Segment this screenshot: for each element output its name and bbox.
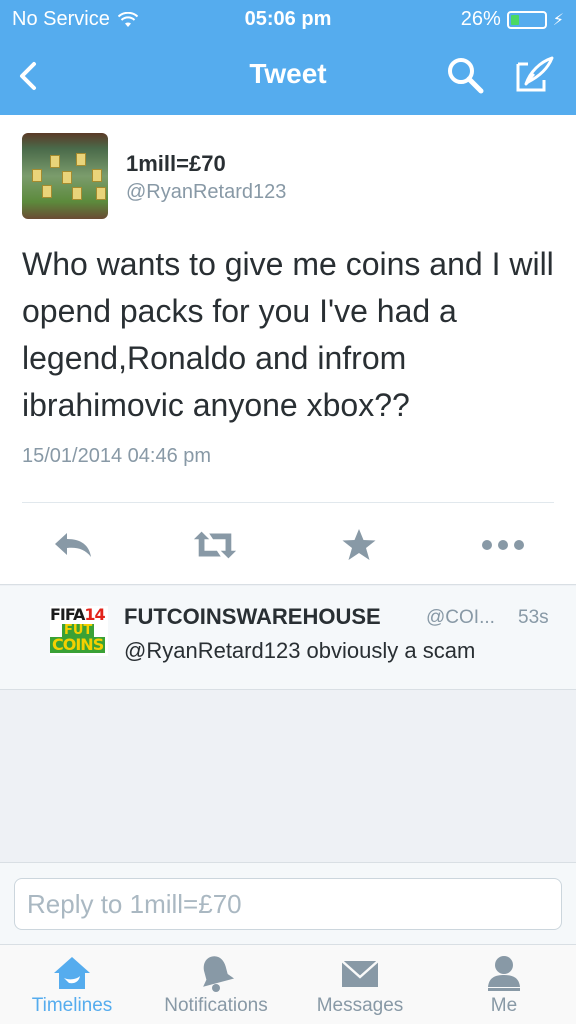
more-icon bbox=[482, 540, 524, 550]
favorite-button[interactable] bbox=[336, 528, 382, 562]
reply-icon bbox=[55, 533, 91, 557]
compose-bar bbox=[0, 862, 576, 944]
avatar[interactable] bbox=[22, 133, 108, 219]
tab-label: Me bbox=[490, 995, 518, 1016]
tweet-detail: 1mill=£70 @RyanRetard123 Who wants to gi… bbox=[0, 115, 576, 585]
reply-avatar-line1: FIFA14 bbox=[50, 605, 106, 624]
author-handle[interactable]: @RyanRetard123 bbox=[126, 181, 286, 204]
retweet-button[interactable] bbox=[192, 528, 238, 562]
tab-me[interactable]: Me bbox=[432, 945, 576, 1024]
more-button[interactable] bbox=[480, 528, 526, 562]
tab-messages[interactable]: Messages bbox=[288, 945, 432, 1024]
reply-time: 53s bbox=[518, 607, 549, 628]
reply-tweet[interactable]: FIFA14 FUT COINS FUTCOINSWAREHOUSE @COI.… bbox=[0, 586, 576, 690]
envelope-icon bbox=[341, 960, 379, 987]
reply-avatar-line3: COINS bbox=[50, 635, 106, 654]
favorite-icon bbox=[342, 529, 376, 560]
battery-icon bbox=[506, 10, 547, 29]
author-name[interactable]: 1mill=£70 bbox=[126, 151, 226, 177]
home-icon bbox=[54, 957, 90, 989]
reply-text: @RyanRetard123 obviously a scam bbox=[124, 638, 476, 663]
status-bar: No Service 05:06 pm 26% ⚡ bbox=[0, 0, 576, 38]
tab-label: Notifications bbox=[164, 995, 268, 1016]
page-title: Tweet bbox=[249, 58, 327, 89]
tweet-text: Who wants to give me coins and I will op… bbox=[22, 246, 554, 423]
search-icon[interactable] bbox=[444, 54, 486, 96]
tweet-timestamp: 15/01/2014 04:46 pm bbox=[22, 445, 212, 467]
tab-notifications[interactable]: Notifications bbox=[144, 945, 288, 1024]
tab-label: Messages bbox=[316, 995, 404, 1016]
charging-icon: ⚡ bbox=[552, 11, 564, 29]
person-icon bbox=[488, 956, 520, 991]
battery-percent: 26% bbox=[460, 8, 501, 30]
tab-timelines[interactable]: Timelines bbox=[0, 945, 144, 1024]
tab-label: Timelines bbox=[31, 995, 113, 1016]
compose-icon[interactable] bbox=[512, 54, 556, 96]
reply-author-handle[interactable]: @COI... bbox=[426, 607, 495, 629]
reply-avatar[interactable]: FIFA14 FUT COINS bbox=[50, 606, 108, 656]
nav-bar: Tweet bbox=[0, 38, 576, 115]
reply-input[interactable] bbox=[14, 878, 562, 930]
reply-author-name[interactable]: FUTCOINSWAREHOUSE bbox=[124, 604, 381, 630]
retweet-icon bbox=[193, 531, 237, 559]
tweet-actions bbox=[0, 520, 576, 570]
reply-button[interactable] bbox=[50, 528, 96, 562]
battery-level bbox=[510, 14, 519, 25]
tab-bar: Timelines Notifications Messages Me bbox=[0, 944, 576, 1024]
battery-status: 26% ⚡ bbox=[461, 8, 564, 31]
header: No Service 05:06 pm 26% ⚡ Tweet bbox=[0, 0, 576, 115]
divider bbox=[22, 502, 554, 503]
bell-icon bbox=[203, 956, 235, 992]
